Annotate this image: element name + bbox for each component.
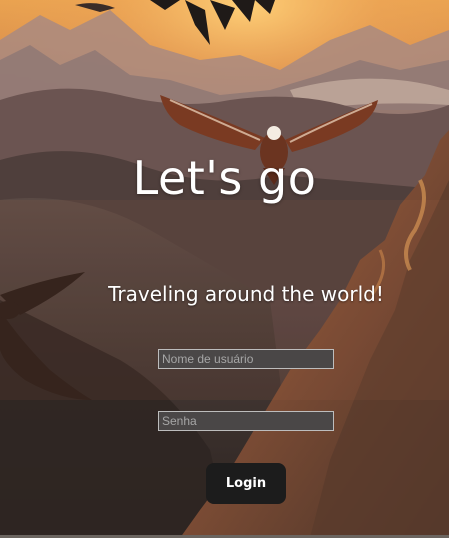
page-subtitle: Traveling around the world! — [108, 282, 384, 306]
login-button[interactable]: Login — [206, 463, 286, 504]
login-page: Let's go Traveling around the world! Log… — [0, 0, 449, 538]
password-input[interactable] — [158, 411, 334, 431]
background-landscape-image — [0, 0, 449, 538]
username-input[interactable] — [158, 349, 334, 369]
page-title: Let's go — [132, 151, 317, 205]
